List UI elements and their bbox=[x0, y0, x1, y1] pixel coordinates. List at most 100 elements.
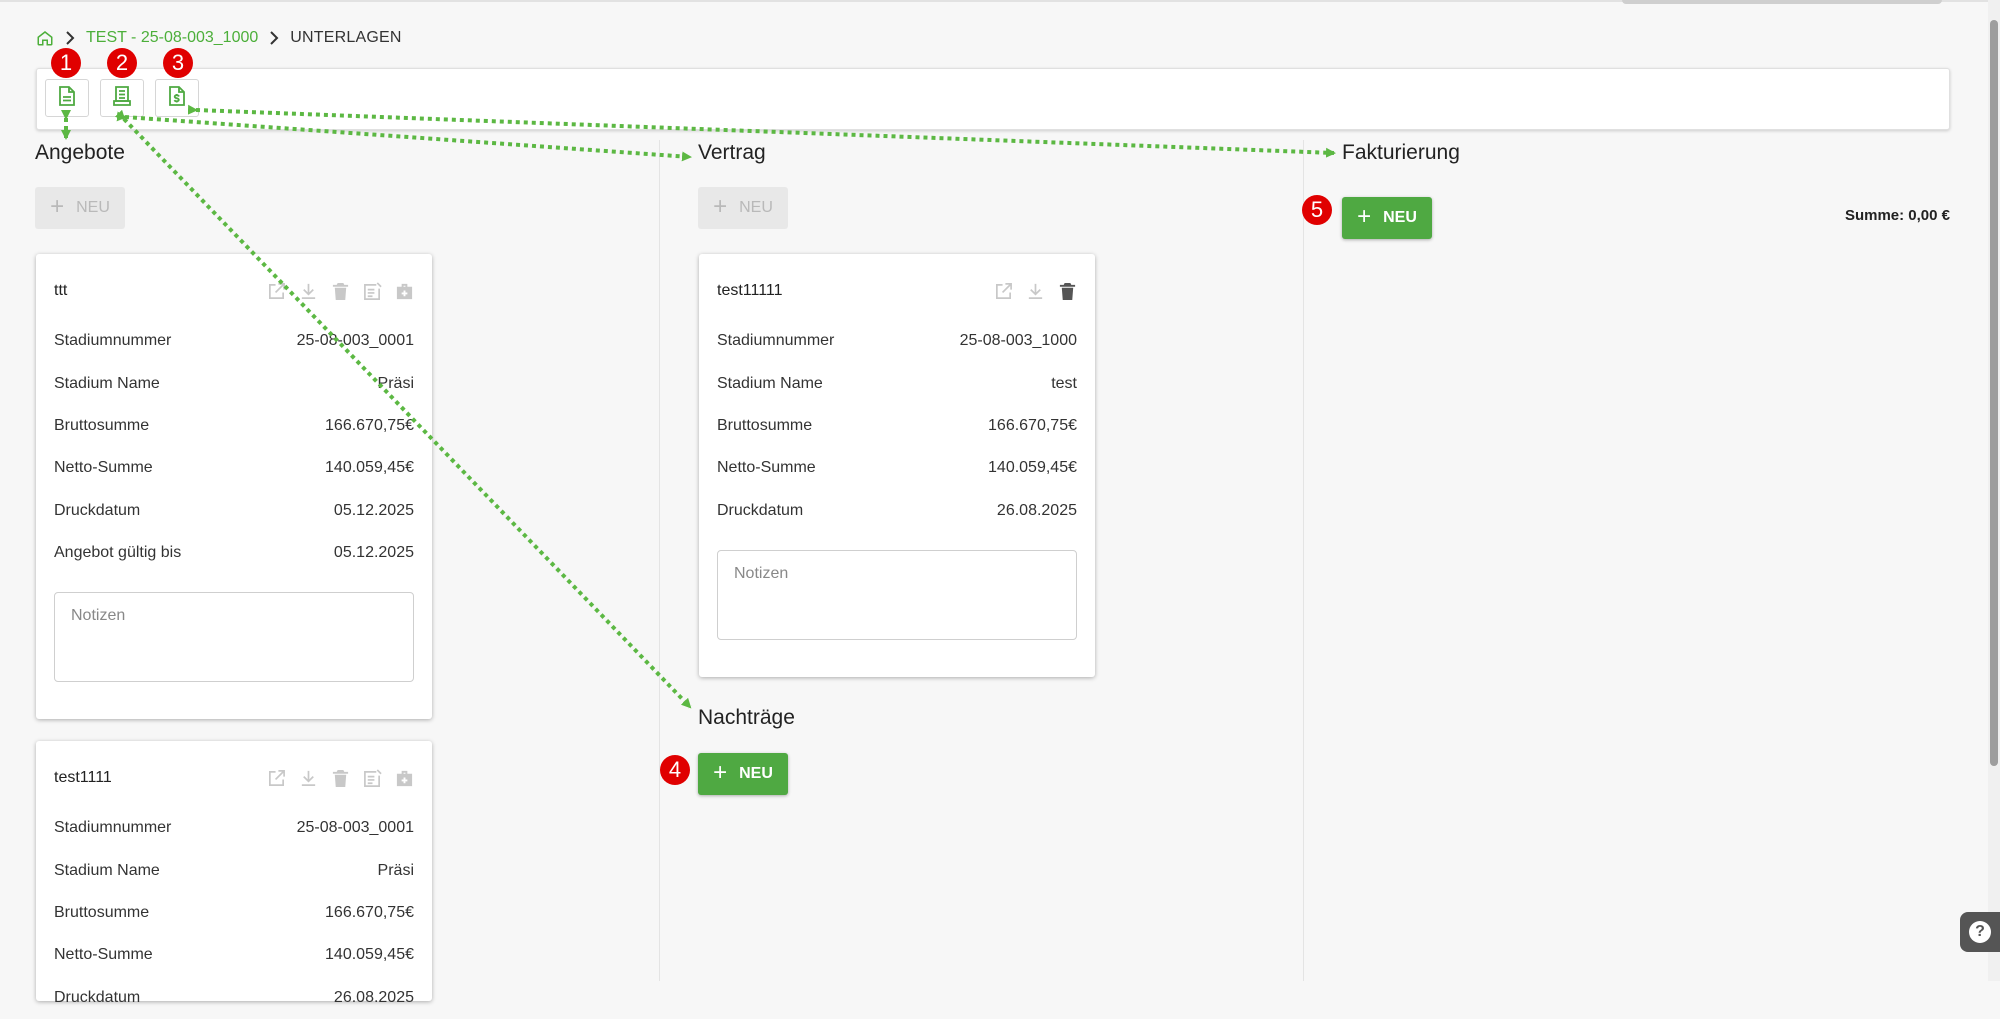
plus-icon: + bbox=[713, 193, 728, 220]
notes-field[interactable]: Notizen bbox=[717, 549, 1077, 640]
breadcrumb-current: UNTERLAGEN bbox=[290, 29, 402, 46]
nachtraege-heading: Nachträge bbox=[698, 706, 795, 729]
home-icon[interactable] bbox=[36, 29, 54, 47]
chevron-right-icon bbox=[64, 31, 76, 45]
card-row: Bruttosumme 166.670,75€ bbox=[717, 405, 1077, 447]
card-row: Bruttosumme 166.670,75€ bbox=[54, 892, 414, 934]
card-row: Stadiumnummer 25-08-003_0001 bbox=[54, 320, 414, 362]
invoice-icon bbox=[168, 85, 186, 111]
document-toolbar bbox=[36, 68, 1950, 130]
notes-field[interactable]: Notizen bbox=[54, 592, 414, 683]
card-row: Stadium Name Präsi bbox=[54, 849, 414, 891]
trash-icon[interactable] bbox=[331, 769, 350, 788]
plus-icon: + bbox=[713, 759, 728, 786]
angebote-toolbar-button[interactable] bbox=[45, 79, 89, 117]
fakturierung-sum: Summe: 0,00 € bbox=[1844, 207, 1950, 224]
card-row: Netto-Summe 140.059,45€ bbox=[54, 447, 414, 489]
card-actions bbox=[267, 281, 414, 301]
card-row: Netto-Summe 140.059,45€ bbox=[54, 934, 414, 976]
note-icon[interactable] bbox=[363, 281, 382, 301]
vertrag-heading: Vertrag bbox=[698, 141, 766, 164]
card-row: Stadium Name Präsi bbox=[54, 362, 414, 404]
download-icon[interactable] bbox=[1026, 282, 1045, 301]
vertrag-toolbar-button[interactable] bbox=[100, 79, 144, 117]
button-label: NEU bbox=[76, 199, 110, 216]
row-value: Präsi bbox=[377, 861, 414, 879]
edit-icon[interactable] bbox=[267, 769, 286, 788]
row-label: Netto-Summe bbox=[54, 946, 153, 964]
scrollbar-thumb[interactable] bbox=[1990, 20, 1998, 766]
card-row: Stadium Name test bbox=[717, 362, 1077, 404]
fakturierung-heading: Fakturierung bbox=[1342, 141, 1460, 164]
angebot-card: test1111 Stadiumnummer 25-08-003_0001 Sta… bbox=[36, 741, 432, 1006]
card-row: Stadiumnummer 25-08-003_1000 bbox=[717, 320, 1077, 362]
card-row: Stadiumnummer 25-08-003_0001 bbox=[54, 807, 414, 849]
help-button[interactable]: ? bbox=[1960, 912, 2000, 952]
edit-icon[interactable] bbox=[267, 282, 286, 301]
column-divider bbox=[1303, 140, 1304, 981]
step-badge-4: 4 bbox=[660, 755, 690, 785]
row-label: Druckdatum bbox=[54, 988, 141, 1006]
plus-icon: + bbox=[1357, 203, 1372, 230]
receipt-icon bbox=[113, 85, 131, 111]
card-row: Angebot gültig bis 05.12.2025 bbox=[54, 532, 414, 574]
card-row: Bruttosumme 166.670,75€ bbox=[54, 405, 414, 447]
angebote-heading: Angebote bbox=[35, 141, 125, 164]
help-icon: ? bbox=[1969, 921, 1991, 943]
row-value: 25-08-003_0001 bbox=[296, 819, 414, 837]
row-value: 25-08-003_1000 bbox=[959, 332, 1077, 350]
row-value: Präsi bbox=[377, 374, 414, 392]
vertical-scrollbar[interactable] bbox=[1988, 0, 2000, 981]
nachtraege-new-button[interactable]: + NEU bbox=[698, 753, 788, 795]
row-value: 05.12.2025 bbox=[333, 544, 414, 562]
row-value: 166.670,75€ bbox=[325, 903, 414, 921]
card-title: test11111 bbox=[717, 282, 783, 299]
briefcase-icon[interactable] bbox=[395, 282, 414, 301]
fakturierung-toolbar-button[interactable] bbox=[155, 79, 199, 117]
step-badge-5: 5 bbox=[1302, 195, 1332, 225]
row-label: Bruttosumme bbox=[717, 416, 813, 434]
edit-icon[interactable] bbox=[994, 282, 1013, 301]
row-value: 140.059,45€ bbox=[325, 946, 414, 964]
card-title: ttt bbox=[54, 282, 68, 299]
chevron-right-icon bbox=[268, 31, 280, 45]
row-label: Druckdatum bbox=[717, 501, 804, 519]
fakturierung-new-button[interactable]: + NEU bbox=[1342, 197, 1432, 239]
row-value: 166.670,75€ bbox=[325, 416, 414, 434]
download-icon[interactable] bbox=[299, 282, 318, 301]
row-value: 26.08.2025 bbox=[996, 501, 1077, 519]
breadcrumb: TEST - 25-08-003_1000 UNTERLAGEN bbox=[36, 26, 402, 50]
button-label: NEU bbox=[1383, 209, 1417, 226]
download-icon[interactable] bbox=[299, 769, 318, 788]
row-label: Stadium Name bbox=[717, 374, 823, 392]
breadcrumb-project-link[interactable]: TEST - 25-08-003_1000 bbox=[86, 29, 258, 47]
row-label: Bruttosumme bbox=[54, 903, 150, 921]
row-value: 05.12.2025 bbox=[333, 501, 414, 519]
row-value: 25-08-003_0001 bbox=[296, 332, 414, 350]
row-value: 166.670,75€ bbox=[988, 416, 1077, 434]
row-value: 26.08.2025 bbox=[333, 988, 414, 1006]
row-value: test bbox=[1051, 374, 1077, 392]
row-label: Stadium Name bbox=[54, 374, 160, 392]
button-label: NEU bbox=[739, 199, 773, 216]
angebot-card: ttt Stadiumnummer 25-08-003_0001 Stadium … bbox=[36, 254, 432, 719]
row-label: Stadiumnummer bbox=[717, 332, 835, 350]
button-label: NEU bbox=[739, 765, 773, 782]
card-actions bbox=[994, 282, 1077, 301]
card-row: Druckdatum 26.08.2025 bbox=[54, 977, 414, 1019]
note-icon[interactable] bbox=[363, 768, 382, 788]
step-badge-2: 2 bbox=[107, 48, 137, 78]
document-icon bbox=[58, 85, 76, 111]
row-value: 140.059,45€ bbox=[988, 459, 1077, 477]
card-row: Druckdatum 26.08.2025 bbox=[717, 490, 1077, 532]
trash-icon[interactable] bbox=[1058, 282, 1077, 301]
briefcase-icon[interactable] bbox=[395, 769, 414, 788]
vertrag-new-button[interactable]: + NEU bbox=[698, 187, 788, 229]
step-badge-1: 1 bbox=[51, 48, 81, 78]
trash-icon[interactable] bbox=[331, 282, 350, 301]
vertrag-card: test11111 Stadiumnummer 25-08-003_1000 St… bbox=[699, 254, 1095, 677]
top-panel-edge bbox=[1622, 0, 1942, 4]
row-label: Netto-Summe bbox=[717, 459, 816, 477]
angebote-new-button[interactable]: + NEU bbox=[35, 187, 125, 229]
row-label: Stadiumnummer bbox=[54, 332, 172, 350]
